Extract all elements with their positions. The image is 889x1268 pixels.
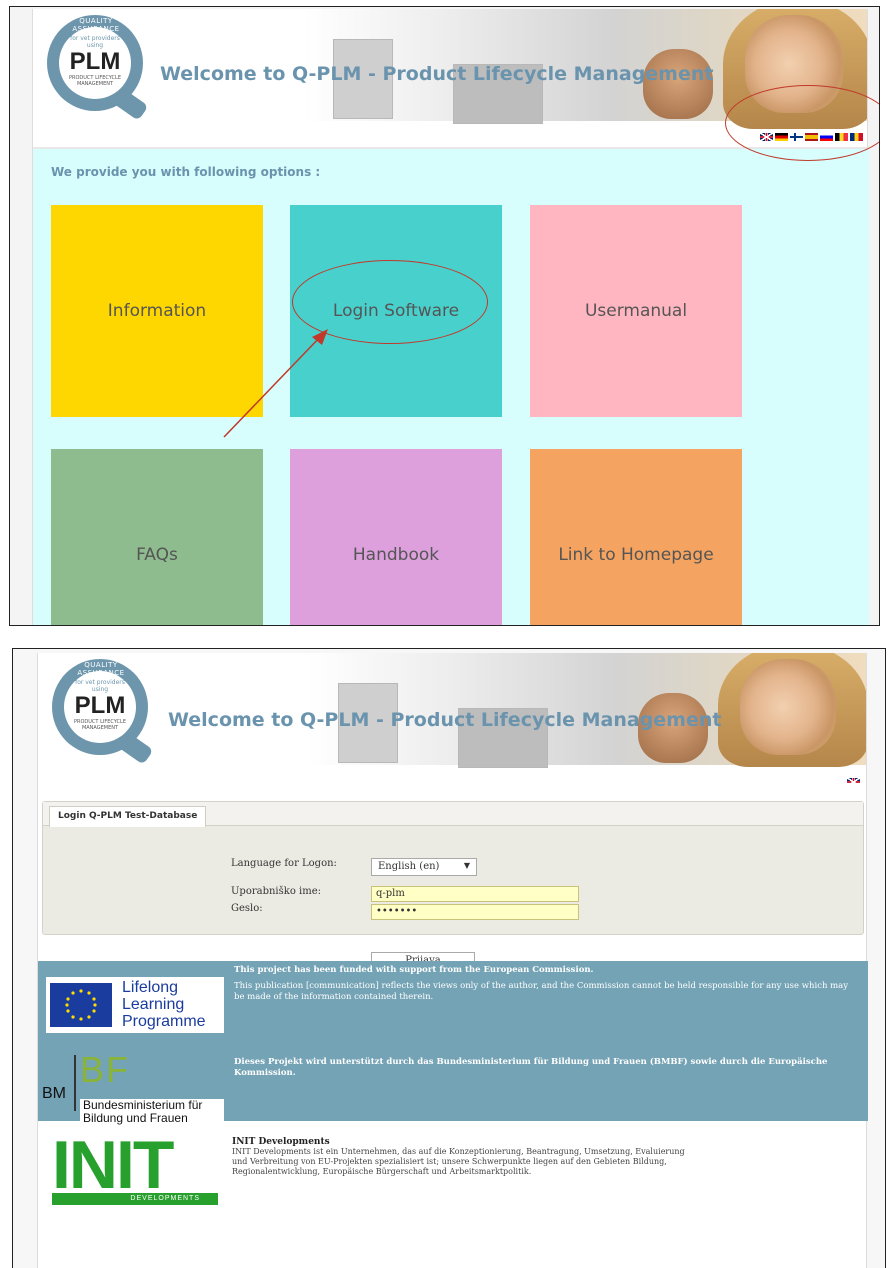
language-label: Language for Logon: <box>231 858 337 869</box>
language-select-value: English (en) <box>378 861 440 872</box>
banner-person-face <box>740 659 836 755</box>
language-select[interactable]: English (en) ▼ <box>371 858 477 876</box>
bmbf-divider <box>74 1055 76 1111</box>
caret-down-icon: ▼ <box>463 861 470 870</box>
screenshot-start-page: QUALITY ASSURANCE for vet providers usin… <box>9 6 880 626</box>
eu-flag-icon <box>50 983 112 1027</box>
annotation-arrow <box>223 329 328 438</box>
login-page: QUALITY ASSURANCE for vet providers usin… <box>37 653 868 1268</box>
header-banner: QUALITY ASSURANCE for vet providers usin… <box>38 653 866 783</box>
lifelong-learning-logo: Lifelong Learning Programme <box>46 977 224 1033</box>
qplm-logo: QUALITY ASSURANCE for vet providers usin… <box>52 659 154 765</box>
init-logo: INIT DEVELOPMENTS <box>52 1131 220 1207</box>
logo-arc-text: QUALITY ASSURANCE <box>77 661 125 677</box>
login-panel: Login Q-PLM Test-Database Language for L… <box>42 801 864 970</box>
bmbf-funding-text: Dieses Projekt wird unterstützt durch da… <box>234 1057 828 1078</box>
screenshot-login-page: QUALITY ASSURANCE for vet providers usin… <box>12 648 886 1268</box>
language-flags <box>847 771 860 783</box>
password-label: Geslo: <box>231 903 263 914</box>
eu-funding-text: This publication [communication] reflect… <box>234 981 849 1002</box>
tab-login[interactable]: Login Q-PLM Test-Database <box>49 806 207 827</box>
username-label: Uporabniško ime: <box>231 886 321 897</box>
funding-panel: Lifelong Learning Programme This project… <box>38 961 868 1125</box>
init-logo-letters: INIT <box>52 1127 174 1203</box>
bmbf-logo: BM BF Bundesministerium für Bildung und … <box>38 1049 224 1125</box>
bmbf-bf: BF <box>80 1049 131 1090</box>
llp-text: Lifelong Learning Programme <box>122 979 206 1030</box>
banner-title: Welcome to Q-PLM - Product Lifecycle Man… <box>168 709 722 731</box>
init-heading: INIT Developments <box>232 1137 330 1147</box>
username-input[interactable]: q-plm <box>371 886 579 902</box>
logo-subtitle: PRODUCT LIFECYCLE MANAGEMENT <box>74 719 126 731</box>
init-info: INIT Developments INIT Developments ist … <box>232 1137 692 1177</box>
eu-funding-title: This project has been funded with suppor… <box>234 965 594 975</box>
bmbf-name: Bundesministerium für Bildung und Frauen <box>80 1099 224 1125</box>
password-input[interactable]: ••••••• <box>371 904 579 920</box>
flag-uk-icon[interactable] <box>847 778 860 783</box>
init-text: INIT Developments ist ein Unternehmen, d… <box>232 1147 685 1176</box>
logo-plm: PLM <box>74 692 126 719</box>
logo-for-vet: for vet providers using <box>75 679 125 693</box>
bmbf-bm: BM <box>42 1085 66 1102</box>
init-logo-bar: DEVELOPMENTS <box>52 1193 218 1205</box>
tab-bar: Login Q-PLM Test-Database <box>43 802 863 827</box>
